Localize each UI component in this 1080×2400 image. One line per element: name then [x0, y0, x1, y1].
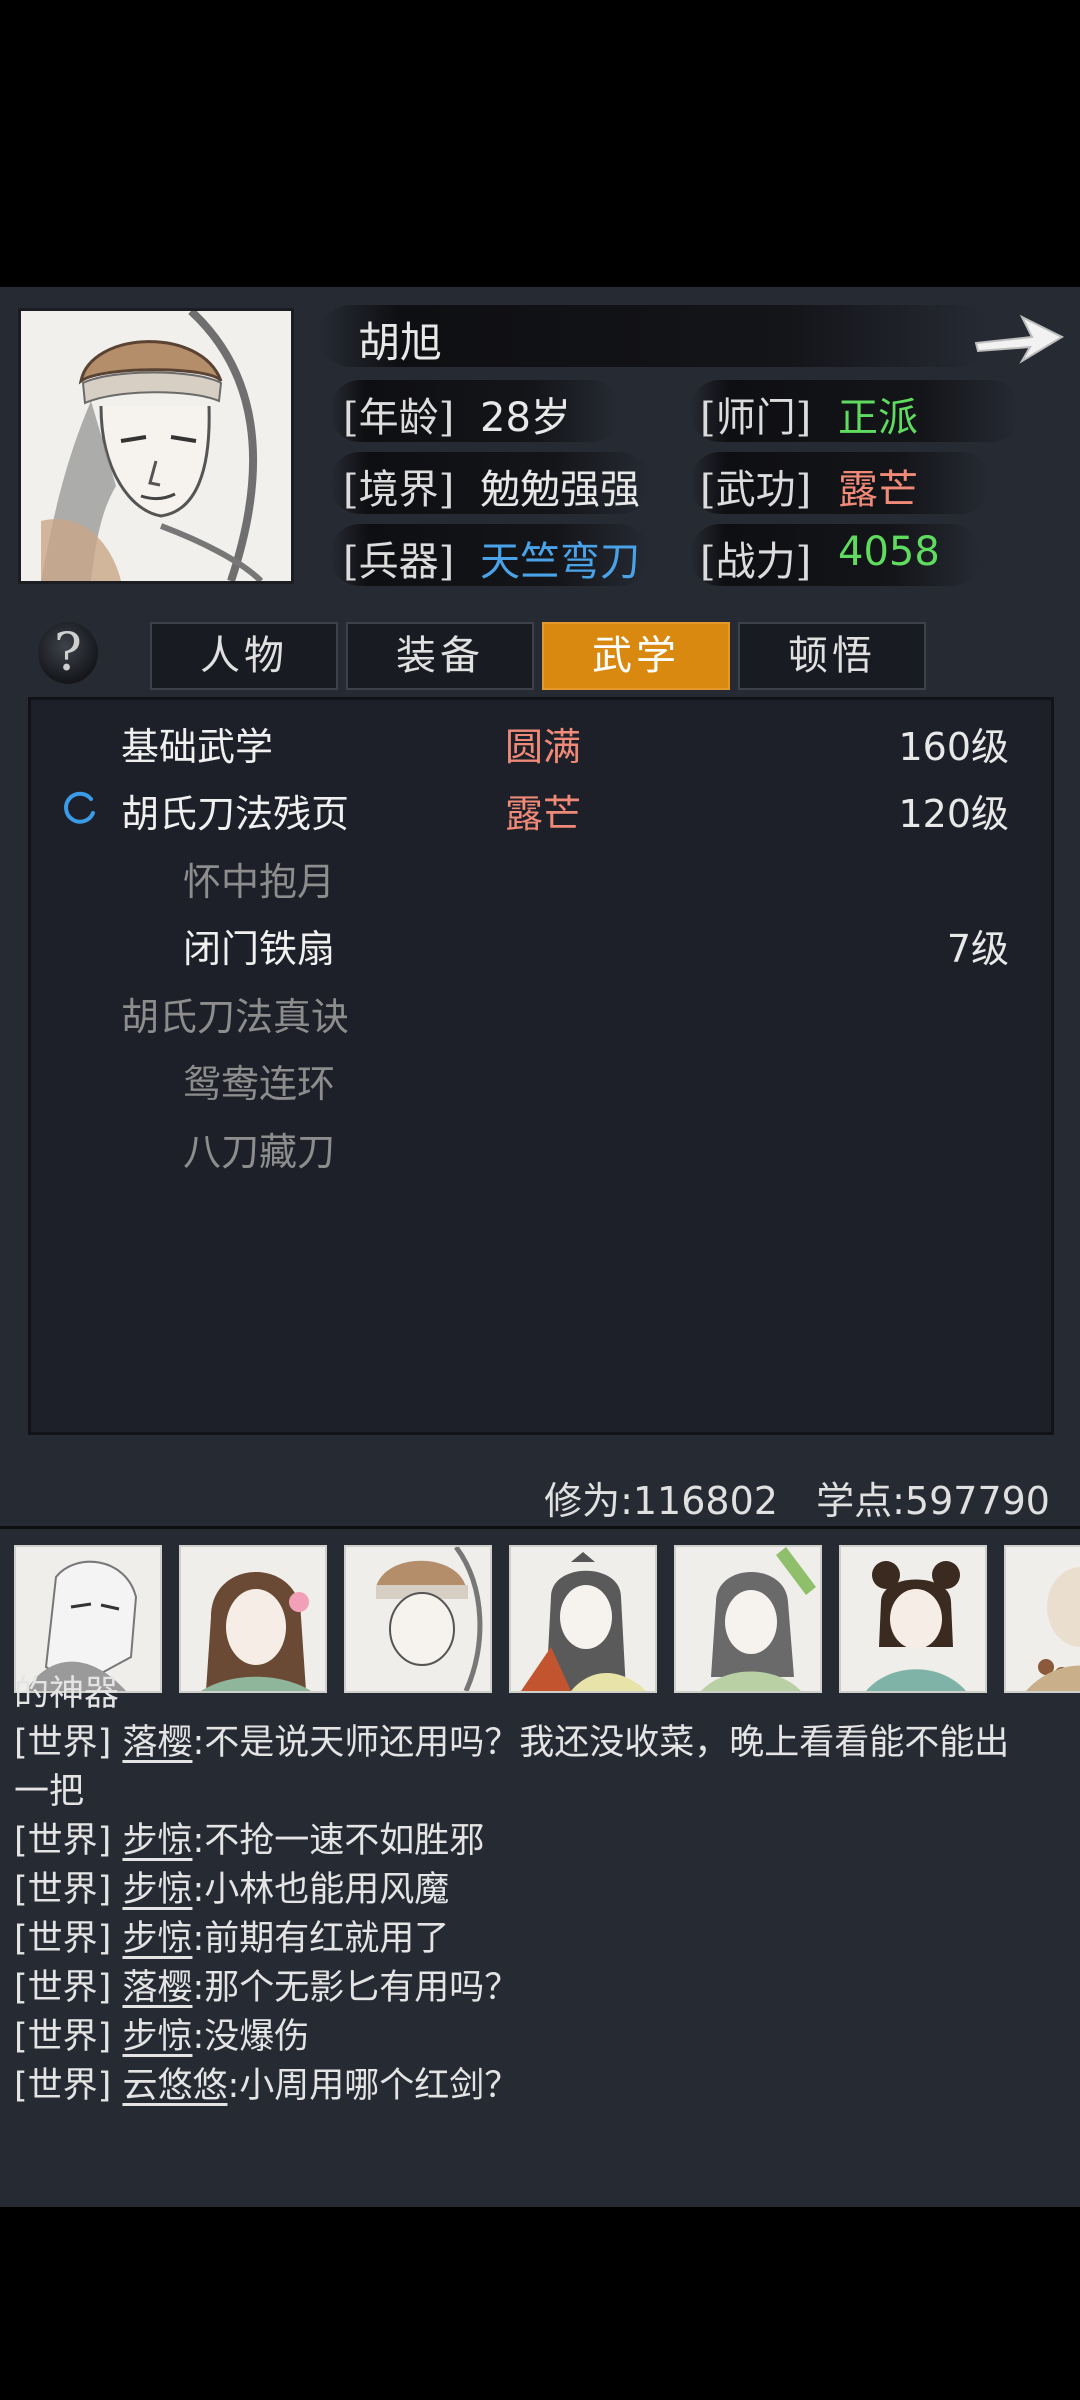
- learning-points-value: 学点:597790: [816, 1479, 1050, 1523]
- age-value: 28岁: [480, 395, 571, 441]
- chat-message: [世界] 落樱:不是说天师还用吗？我还没收菜，晚上看看能不能出: [14, 1719, 1064, 1768]
- help-icon[interactable]: ?: [38, 622, 98, 684]
- chat-message: [世界] 步惊:不抢一速不如胜邪: [14, 1817, 1064, 1866]
- skill-level: 160级: [898, 725, 1009, 769]
- skill-name: 八刀藏刀: [183, 1130, 336, 1174]
- list-item[interactable]: 怀中抱月: [31, 845, 1051, 905]
- tab-equipment[interactable]: 装备: [346, 622, 534, 690]
- martial-value: 露芒: [838, 467, 918, 513]
- chat-text: :小林也能用风魔: [192, 1870, 450, 1910]
- power-label: [战力]: [700, 539, 812, 585]
- realm-value: 勉勉强强: [480, 467, 640, 513]
- chat-message: [世界] 步惊:没爆伤: [14, 2013, 1064, 2062]
- chat-user[interactable]: 步惊: [122, 1870, 192, 1910]
- chat-user[interactable]: 步惊: [122, 1919, 192, 1959]
- power-value: 4058: [838, 529, 940, 575]
- chat-channel: [世界]: [14, 2017, 112, 2057]
- skill-status: 露芒: [505, 792, 582, 836]
- martial-label: [武功]: [700, 467, 812, 513]
- list-item[interactable]: 闭门铁扇 7级: [31, 912, 1051, 972]
- skill-status: 圆满: [505, 725, 582, 769]
- chat-user[interactable]: 落樱: [122, 1968, 192, 2008]
- chat-text: :那个无影匕有用吗？: [192, 1968, 520, 2008]
- chat-user[interactable]: 云悠悠: [122, 2066, 227, 2106]
- chat-partial-line: 的神器: [14, 1674, 120, 1714]
- skill-level: 120级: [898, 792, 1009, 836]
- chat-message: [世界] 落樱:那个无影匕有用吗？: [14, 1964, 1064, 2013]
- sect-label: [师门]: [700, 395, 812, 441]
- chat-text: :前期有红就用了: [192, 1919, 450, 1959]
- tab-character[interactable]: 人物: [150, 622, 338, 690]
- chat-message: [世界] 步惊:前期有红就用了: [14, 1915, 1064, 1964]
- list-item[interactable]: 八刀藏刀: [31, 1115, 1051, 1175]
- cultivation-value: 修为:116802: [544, 1479, 778, 1523]
- loading-spinner-icon: [64, 791, 95, 824]
- tab-martial-arts[interactable]: 武学: [542, 622, 730, 690]
- weapon-value[interactable]: 天竺弯刀: [480, 529, 640, 587]
- chat-user[interactable]: 落樱: [122, 1723, 192, 1763]
- list-item[interactable]: 鸳鸯连环: [31, 1047, 1051, 1107]
- chat-user[interactable]: 步惊: [122, 2017, 192, 2057]
- chat-user[interactable]: 步惊: [122, 1821, 192, 1861]
- chat-channel: [世界]: [14, 1723, 112, 1763]
- chat-continuation: 一把: [14, 1772, 85, 1812]
- skill-name: 怀中抱月: [183, 860, 336, 904]
- skill-name: 胡氏刀法真诀: [121, 995, 350, 1039]
- list-item[interactable]: 胡氏刀法残页 露芒 120级: [31, 777, 1051, 837]
- chat-text: :不是说天师还用吗？我还没收菜，晚上看看能不能出: [192, 1723, 1010, 1763]
- list-item[interactable]: 胡氏刀法真诀: [31, 980, 1051, 1040]
- skill-name: 闭门铁扇: [183, 927, 336, 971]
- tab-enlightenment[interactable]: 顿悟: [738, 622, 926, 690]
- character-portrait: [18, 308, 294, 584]
- chat-channel: [世界]: [14, 2066, 112, 2106]
- chat-channel: [世界]: [14, 1821, 112, 1861]
- realm-label: [境界]: [343, 467, 455, 513]
- chat-message: [世界] 云悠悠:小周用哪个红剑？: [14, 2062, 1064, 2111]
- skills-list: 基础武学 圆满 160级 胡氏刀法残页 露芒 120级 怀中抱月 闭门铁扇 7级…: [28, 697, 1054, 1435]
- chat-text: :小周用哪个红剑？: [227, 2066, 520, 2106]
- skill-level: 7级: [946, 927, 1009, 971]
- divider: [0, 1526, 1080, 1529]
- stats-footer: 修为:116802 学点:597790: [544, 1470, 1050, 1525]
- weapon-label: [兵器]: [343, 539, 455, 585]
- skill-name: 鸳鸯连环: [183, 1062, 336, 1106]
- character-name: 胡旭: [358, 318, 443, 367]
- next-arrow-icon[interactable]: [970, 303, 1066, 373]
- sect-value: 正派: [838, 395, 918, 441]
- chat-text: :不抢一速不如胜邪: [192, 1821, 485, 1861]
- chat-log[interactable]: 的神器 [世界] 落樱:不是说天师还用吗？我还没收菜，晚上看看能不能出 一把 […: [14, 1670, 1064, 2111]
- skill-name: 胡氏刀法残页: [121, 792, 350, 836]
- skill-name: 基础武学: [121, 725, 274, 769]
- chat-text: :没爆伤: [192, 2017, 310, 2057]
- chat-channel: [世界]: [14, 1968, 112, 2008]
- chat-channel: [世界]: [14, 1919, 112, 1959]
- list-item[interactable]: 基础武学 圆满 160级: [31, 710, 1051, 770]
- age-label: [年龄]: [343, 395, 455, 441]
- chat-message: [世界] 步惊:小林也能用风魔: [14, 1866, 1064, 1915]
- chat-channel: [世界]: [14, 1870, 112, 1910]
